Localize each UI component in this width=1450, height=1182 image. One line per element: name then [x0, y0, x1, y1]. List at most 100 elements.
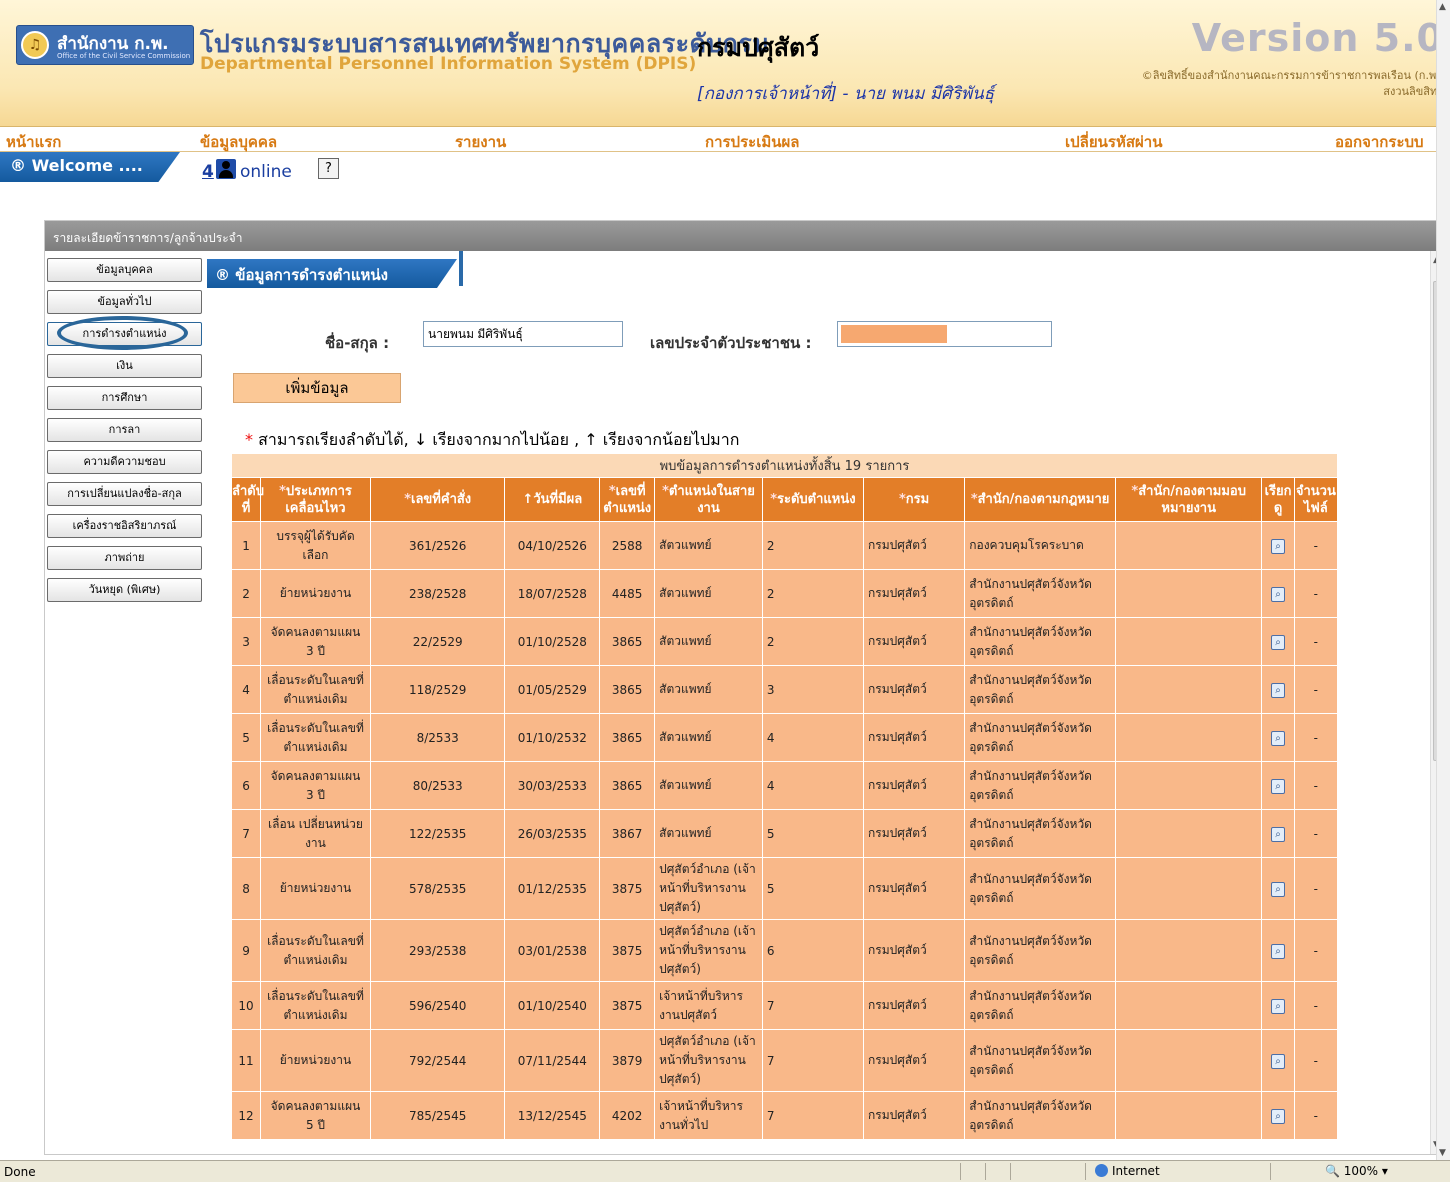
ocsc-logo: ♫ สำนักงาน ก.พ. Office of the Civil Serv… [16, 25, 194, 65]
table-body: 1 บรรจุผู้ได้รับคัดเลือก 361/2526 04/10/… [230, 521, 1339, 1140]
cell-view: ⌕ [1261, 665, 1295, 714]
view-detail-icon[interactable]: ⌕ [1271, 586, 1286, 602]
view-detail-icon[interactable]: ⌕ [1271, 943, 1286, 959]
cell-movement: เลื่อนระดับในเลขที่ตำแหน่งเดิม [260, 713, 371, 762]
cell-office-law: สำนักงานปศุสัตว์จังหวัดอุตรดิตถ์ [964, 809, 1116, 858]
cell-file-count: - [1293, 761, 1339, 810]
col-movement[interactable]: *ประเภทการเคลื่อนไหว [260, 477, 371, 522]
nav-salary[interactable]: เงิน [47, 354, 202, 378]
name-field[interactable] [423, 321, 623, 347]
cell-order-no: 293/2538 [369, 919, 506, 982]
view-detail-icon[interactable]: ⌕ [1271, 778, 1286, 794]
cell-office-law: สำนักงานปศุสัตว์จังหวัดอุตรดิตถ์ [964, 713, 1116, 762]
col-office-law[interactable]: *สำนัก/กองตามกฎหมาย [964, 477, 1116, 522]
col-office-assigned[interactable]: *สำนัก/กองตามมอบหมายงาน [1114, 477, 1263, 522]
view-detail-icon[interactable]: ⌕ [1271, 634, 1286, 650]
nav-positions[interactable]: การดำรงตำแหน่ง [47, 322, 202, 346]
menu-evaluation[interactable]: การประเมินผล [705, 130, 799, 154]
status-separator [985, 1163, 986, 1180]
cell-file-count: - [1293, 521, 1339, 570]
table-row: 3 จัดคนลงตามแผน 3 ปี 22/2529 01/10/2528 … [230, 617, 1339, 666]
help-button[interactable]: ? [318, 158, 339, 179]
col-position-no[interactable]: *เลขที่ตำแหน่ง [599, 477, 656, 522]
nav-leave[interactable]: การลา [47, 418, 202, 442]
security-zone: Internet [1095, 1164, 1160, 1178]
cell-office-assigned [1114, 521, 1263, 570]
cell-file-count: - [1293, 569, 1339, 618]
cell-order-no: 238/2528 [369, 569, 506, 618]
cell-order-no: 792/2544 [369, 1029, 506, 1092]
col-effective-date[interactable]: ↑วันที่มีผล [504, 477, 601, 522]
cell-department: กรมปศุสัตว์ [863, 713, 966, 762]
cell-position-no: 4485 [599, 569, 656, 618]
view-detail-icon[interactable]: ⌕ [1271, 826, 1286, 842]
menu-home[interactable]: หน้าแรก [6, 130, 61, 154]
view-detail-icon[interactable]: ⌕ [1271, 730, 1286, 746]
window-scroll-up-icon[interactable]: ▲ [1439, 2, 1446, 12]
cell-position-no: 3875 [599, 919, 656, 982]
window-scrollbar[interactable]: ▲ ▼ [1436, 0, 1450, 1160]
cell-position-no: 3865 [599, 617, 656, 666]
cell-movement: จัดคนลงตามแผน 5 ปี [260, 1091, 371, 1140]
cell-position-no: 3879 [599, 1029, 656, 1092]
table-row: 5 เลื่อนระดับในเลขที่ตำแหน่งเดิม 8/2533 … [230, 713, 1339, 762]
zoom-level[interactable]: 🔍 100% ▾ [1325, 1164, 1388, 1178]
seal-icon: ♫ [21, 31, 49, 59]
menu-logout[interactable]: ออกจากระบบ [1335, 130, 1424, 154]
nav-education[interactable]: การศึกษา [47, 386, 202, 410]
cell-effective-date: 01/12/2535 [504, 857, 601, 920]
nav-decorations[interactable]: เครื่องราชอิสริยาภรณ์ [47, 514, 202, 538]
nav-photo[interactable]: ภาพถ่าย [47, 546, 202, 570]
zone-label: Internet [1112, 1164, 1160, 1178]
view-detail-icon[interactable]: ⌕ [1271, 682, 1286, 698]
cell-position: สัตวแพทย์ [654, 713, 763, 762]
menu-change-password[interactable]: เปลี่ยนรหัสผ่าน [1065, 130, 1162, 154]
status-text: Done [4, 1165, 36, 1179]
cell-office-assigned [1114, 761, 1263, 810]
view-detail-icon[interactable]: ⌕ [1271, 1053, 1286, 1069]
col-department[interactable]: *กรม [863, 477, 966, 522]
cell-department: กรมปศุสัตว์ [863, 1091, 966, 1140]
cell-position: เจ้าหน้าที่บริหารงานทั่วไป [654, 1091, 763, 1140]
nav-special-holiday[interactable]: วันหยุด (พิเศษ) [47, 578, 202, 602]
nav-name-change[interactable]: การเปลี่ยนแปลงชื่อ-สกุล [47, 482, 202, 506]
view-detail-icon[interactable]: ⌕ [1271, 538, 1286, 554]
online-count-link[interactable]: 4 [202, 162, 214, 182]
cell-level: 2 [761, 617, 865, 666]
cell-position: ปศุสัตว์อำเภอ (เจ้าหน้าที่บริหารงานปศุสั… [654, 919, 763, 982]
cell-movement: ย้ายหน่วยงาน [260, 1029, 371, 1092]
col-no[interactable]: ลำดับที่ [230, 477, 264, 522]
view-detail-icon[interactable]: ⌕ [1271, 1108, 1286, 1124]
zoom-label: 100% [1343, 1164, 1379, 1178]
cell-position-no: 2588 [599, 521, 656, 570]
col-order-no[interactable]: *เลขที่คำสั่ง [369, 477, 506, 522]
copyright-line-2: สงวนลิขสิทธิ์ [1383, 85, 1444, 98]
section-divider [459, 251, 463, 286]
panel-title: รายละเอียดข้าราชการ/ลูกจ้างประจำ [45, 221, 1447, 251]
col-movement-label: ประเภทการเคลื่อนไหว [285, 483, 352, 516]
cell-no: 1 [230, 521, 262, 570]
table-row: 11 ย้ายหน่วยงาน 792/2544 07/11/2544 3879… [230, 1029, 1339, 1092]
nav-personal-info[interactable]: ข้อมูลบุคคล [47, 258, 202, 282]
current-user: [กองการเจ้าหน้าที่] - นาย พนม มีศิริพันธ… [697, 84, 995, 104]
menu-personal[interactable]: ข้อมูลบุคคล [200, 130, 277, 154]
person-detail-panel: รายละเอียดข้าราชการ/ลูกจ้างประจำ ข้อมูลบ… [44, 220, 1448, 1155]
cell-effective-date: 26/03/2535 [504, 809, 601, 858]
window-scroll-down-icon[interactable]: ▼ [1439, 1148, 1446, 1158]
nav-general-info[interactable]: ข้อมูลทั่วไป [47, 290, 202, 314]
cell-no: 5 [230, 713, 262, 762]
cell-no: 12 [230, 1091, 262, 1140]
menu-report[interactable]: รายงาน [455, 130, 506, 154]
table-row: 7 เลื่อน เปลี่ยนหน่วยงาน 122/2535 26/03/… [230, 809, 1339, 858]
view-detail-icon[interactable]: ⌕ [1271, 998, 1286, 1014]
cell-file-count: - [1293, 981, 1339, 1030]
view-detail-icon[interactable]: ⌕ [1271, 881, 1286, 897]
cell-order-no: 8/2533 [369, 713, 506, 762]
col-position[interactable]: *ตำแหน่งในสายงาน [654, 477, 763, 522]
cell-view: ⌕ [1261, 981, 1295, 1030]
nav-merit[interactable]: ความดีความชอบ [47, 450, 202, 474]
add-record-button[interactable]: เพิ่มข้อมูล [233, 373, 401, 403]
logo-subtext: Office of the Civil Service Commission [57, 52, 191, 60]
col-level[interactable]: *ระดับตำแหน่ง [761, 477, 865, 522]
cell-no: 11 [230, 1029, 262, 1092]
